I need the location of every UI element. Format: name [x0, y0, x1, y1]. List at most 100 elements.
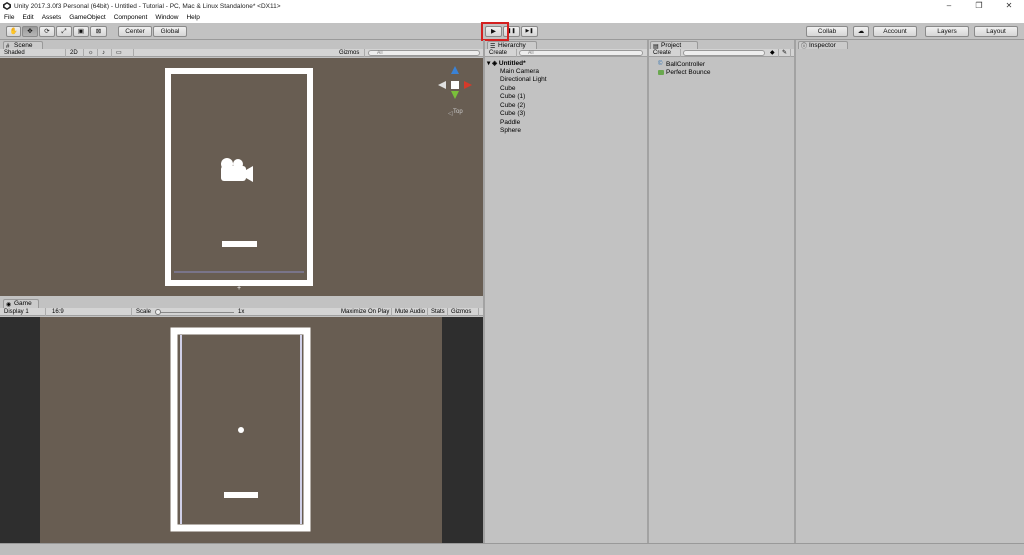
scale-tool-button[interactable]: ⤢	[56, 26, 72, 37]
game-wall-shade-right	[300, 335, 302, 524]
account-label: Account	[883, 28, 907, 35]
minimize-button[interactable]: –	[934, 0, 964, 12]
pivot-toggle[interactable]: Center	[118, 26, 152, 37]
menu-assets[interactable]: Assets	[42, 14, 62, 21]
game-toolbar: Display 1 16:9 Scale 1x Maximize On Play…	[0, 308, 483, 316]
space-label: Global	[160, 28, 180, 35]
window-title: Unity 2017.3.0f3 Personal (64bit) - Unti…	[14, 2, 281, 10]
inspector-tab-label: Inspector	[809, 42, 836, 49]
game-paddle	[224, 492, 258, 498]
2d-toggle[interactable]: 2D	[68, 49, 84, 57]
scene-toolbar: Shaded 2D ☼ ♪ ▭ Gizmos All	[0, 49, 483, 57]
light-icon: ☼	[88, 50, 94, 56]
move-tool-button[interactable]: ✥	[22, 26, 38, 37]
filter-type-button[interactable]: ◆	[768, 49, 779, 57]
display-dropdown[interactable]: Display 1	[2, 308, 46, 316]
unity-logo-icon	[3, 2, 11, 10]
hierarchy-create-dropdown[interactable]: Create	[487, 49, 517, 57]
hierarchy-scene-root[interactable]: ▾ ◈ Untitled*	[487, 59, 526, 67]
hierarchy-item[interactable]: Directional Light	[500, 76, 547, 83]
orientation-text: Top	[453, 109, 463, 115]
game-gizmos-dropdown[interactable]: Gizmos	[449, 308, 479, 316]
project-item-perfect-bounce[interactable]: Perfect Bounce	[666, 69, 710, 76]
cloud-icon: ☁	[857, 28, 865, 35]
game-canvas	[170, 327, 311, 532]
game-view[interactable]	[0, 317, 483, 543]
scale-slider-thumb[interactable]	[155, 309, 161, 315]
hierarchy-item[interactable]: Cube (3)	[500, 110, 525, 117]
orientation-gizmo[interactable]	[438, 66, 472, 99]
collab-label: Collab	[817, 28, 837, 35]
unity-scene-icon: ◈	[492, 60, 498, 67]
scene-view[interactable]: + ◁ Top	[0, 58, 483, 296]
layout-dropdown[interactable]: Layout	[974, 26, 1018, 37]
pivot-label: Center	[125, 28, 145, 35]
hand-icon: ✋	[9, 28, 18, 35]
shading-dropdown[interactable]: Shaded	[2, 49, 66, 57]
audio-toggle[interactable]: ♪	[100, 49, 112, 57]
collab-dropdown[interactable]: Collab	[806, 26, 848, 37]
step-icon: ▶❚	[525, 28, 534, 34]
hierarchy-item[interactable]: Paddle	[500, 119, 520, 126]
scene-gizmos-dropdown[interactable]: Gizmos	[337, 49, 365, 57]
game-ball	[238, 427, 244, 433]
camera-icon	[221, 158, 253, 182]
move-icon: ✥	[27, 28, 33, 35]
script-icon: ©	[658, 61, 663, 67]
transform-tool-button[interactable]: ⊠	[90, 26, 107, 37]
lighting-toggle[interactable]: ☼	[86, 49, 98, 57]
hierarchy-toolbar: Create All	[485, 49, 647, 57]
mute-audio-toggle[interactable]: Mute Audio	[393, 308, 428, 316]
project-list	[649, 58, 794, 543]
hierarchy-item[interactable]: Cube (2)	[500, 102, 525, 109]
maximize-on-play-toggle[interactable]: Maximize On Play	[339, 308, 392, 316]
physics-material-icon	[658, 70, 664, 75]
project-item-ballcontroller[interactable]: BallController	[666, 61, 705, 68]
scene-canvas: + ◁	[165, 66, 472, 292]
project-search-input[interactable]	[683, 50, 765, 56]
status-bar	[0, 543, 1024, 555]
restore-button[interactable]: ❐	[964, 0, 994, 12]
aspect-label: 16:9	[52, 309, 64, 315]
menu-component[interactable]: Component	[114, 14, 148, 21]
menu-window[interactable]: Window	[155, 14, 178, 21]
project-toolbar: Create ◆ ✎	[649, 49, 794, 57]
rect-tool-button[interactable]: ▣	[73, 26, 89, 37]
effects-dropdown[interactable]: ▭	[114, 49, 134, 57]
display-label: Display 1	[4, 309, 29, 315]
game-wall-shade-left	[180, 335, 182, 524]
project-create-dropdown[interactable]: Create	[651, 49, 681, 57]
tab-game[interactable]: ◉ Game	[3, 299, 39, 308]
filter-label-button[interactable]: ✎	[780, 49, 791, 57]
account-dropdown[interactable]: Account	[873, 26, 917, 37]
inspector-body	[796, 49, 1024, 543]
play-button-highlight	[481, 22, 509, 41]
space-toggle[interactable]: Global	[153, 26, 187, 37]
2d-label: 2D	[70, 50, 78, 56]
menu-gameobject[interactable]: GameObject	[69, 14, 106, 21]
scene-gizmos-label: Gizmos	[339, 50, 360, 56]
menu-file[interactable]: File	[4, 14, 14, 21]
hierarchy-item[interactable]: Cube (1)	[500, 93, 525, 100]
hierarchy-item[interactable]: Sphere	[500, 127, 521, 134]
title-bar: Unity 2017.3.0f3 Personal (64bit) - Unti…	[0, 0, 1024, 12]
hierarchy-tab-label: Hierarchy	[498, 42, 526, 49]
shading-label: Shaded	[4, 50, 25, 56]
menu-help[interactable]: Help	[186, 14, 199, 21]
cloud-button[interactable]: ☁	[853, 26, 869, 37]
hierarchy-item[interactable]: Cube	[500, 85, 516, 92]
scale-value: 1x	[238, 309, 245, 315]
stats-toggle[interactable]: Stats	[429, 308, 448, 316]
close-button[interactable]: ✕	[994, 0, 1024, 12]
hierarchy-search-input[interactable]: All	[519, 50, 643, 56]
scale-slider-track[interactable]	[156, 312, 234, 313]
hand-tool-button[interactable]: ✋	[6, 26, 21, 37]
aspect-dropdown[interactable]: 16:9	[50, 308, 132, 316]
rotate-tool-button[interactable]: ⟳	[39, 26, 55, 37]
hierarchy-item[interactable]: Main Camera	[500, 68, 539, 75]
menu-edit[interactable]: Edit	[22, 14, 33, 21]
layers-dropdown[interactable]: Layers	[925, 26, 969, 37]
main-toolbar: ✋ ✥ ⟳ ⤢ ▣ ⊠ Center Global ▶ ❚❚ ▶❚ Collab…	[0, 23, 1024, 40]
step-button[interactable]: ▶❚	[521, 26, 538, 37]
scene-search-input[interactable]: All	[368, 50, 480, 56]
